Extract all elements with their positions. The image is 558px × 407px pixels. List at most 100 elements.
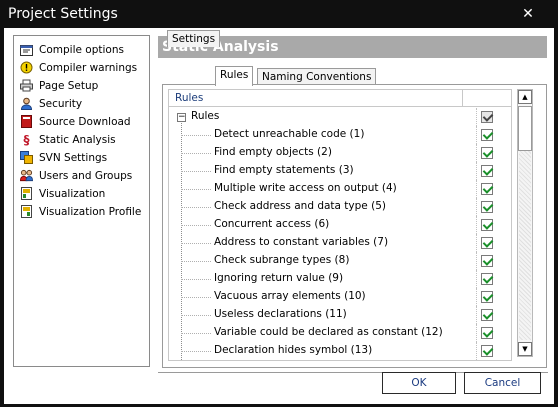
vertical-scrollbar[interactable]: ▲ ▼ bbox=[517, 89, 533, 357]
rule-checkbox[interactable] bbox=[481, 327, 493, 339]
tab-settings[interactable]: Settings bbox=[167, 30, 221, 47]
close-button[interactable]: ✕ bbox=[517, 4, 539, 24]
user-icon bbox=[20, 97, 33, 110]
row-divider bbox=[476, 216, 477, 234]
tree-connector bbox=[181, 189, 211, 190]
rules-tab-panel: Rules − Rules Detect unreachable code (1… bbox=[162, 84, 547, 368]
rule-row[interactable]: Vacuous array elements (10) bbox=[169, 288, 511, 306]
row-divider bbox=[476, 270, 477, 288]
rule-checkbox[interactable] bbox=[481, 147, 493, 159]
rule-checkbox[interactable] bbox=[481, 219, 493, 231]
sidebar-item-visualization-profile[interactable]: Visualization Profile bbox=[20, 203, 148, 220]
rule-label: Ignoring return value (9) bbox=[214, 272, 344, 284]
dialog-client-area: Compile options Compiler warnings Page S… bbox=[4, 28, 554, 404]
sidebar-item-label: SVN Settings bbox=[39, 151, 108, 164]
sidebar-item-compile-options[interactable]: Compile options bbox=[20, 41, 148, 58]
static-analysis-icon: § bbox=[23, 132, 30, 147]
sidebar-item-source-download[interactable]: Source Download bbox=[20, 113, 148, 130]
rule-row[interactable]: Address to constant variables (7) bbox=[169, 234, 511, 252]
grid-header: Rules bbox=[169, 90, 511, 107]
rule-checkbox[interactable] bbox=[481, 165, 493, 177]
tree-connector bbox=[181, 279, 211, 280]
rule-row[interactable]: Declaration hides symbol (13) bbox=[169, 342, 511, 360]
sidebar-item-label: Security bbox=[39, 97, 83, 110]
tab-rules[interactable]: Rules bbox=[215, 66, 254, 86]
scroll-down-icon[interactable]: ▼ bbox=[518, 342, 532, 356]
sidebar-item-static-analysis[interactable]: § Static Analysis bbox=[20, 131, 148, 148]
sidebar-item-label: Users and Groups bbox=[39, 169, 133, 182]
cancel-button[interactable]: Cancel bbox=[464, 372, 541, 394]
sidebar-item-svn-settings[interactable]: SVN Settings bbox=[20, 149, 148, 166]
rule-checkbox[interactable] bbox=[481, 309, 493, 321]
rule-checkbox[interactable] bbox=[481, 237, 493, 249]
tree-connector bbox=[181, 135, 211, 136]
warning-icon bbox=[20, 61, 33, 74]
tree-connector bbox=[181, 333, 211, 334]
source-download-icon bbox=[20, 115, 33, 128]
settings-category-list: Compile options Compiler warnings Page S… bbox=[13, 35, 150, 367]
rule-checkbox[interactable] bbox=[481, 201, 493, 213]
rule-row[interactable]: Variable could be declared as constant (… bbox=[169, 324, 511, 342]
rule-label: Detect unreachable code (1) bbox=[214, 128, 365, 140]
title-bar[interactable]: Project Settings ✕ bbox=[0, 0, 558, 28]
row-divider bbox=[476, 126, 477, 144]
sidebar-item-label: Compiler warnings bbox=[39, 61, 138, 74]
sidebar-item-compiler-warnings[interactable]: Compiler warnings bbox=[20, 59, 148, 76]
row-divider bbox=[476, 198, 477, 216]
tab-naming-conventions[interactable]: Naming Conventions bbox=[257, 68, 377, 85]
rule-label: Address to constant variables (7) bbox=[214, 236, 389, 248]
tree-connector bbox=[181, 207, 211, 208]
tree-root-label: Rules bbox=[191, 110, 220, 122]
rules-all-checkbox[interactable] bbox=[481, 111, 493, 123]
rule-checkbox[interactable] bbox=[481, 129, 493, 141]
rule-checkbox[interactable] bbox=[481, 273, 493, 285]
collapse-icon[interactable]: − bbox=[177, 113, 186, 122]
rule-label: Useless declarations (11) bbox=[214, 308, 347, 320]
row-divider bbox=[476, 306, 477, 324]
rule-label: Check address and data type (5) bbox=[214, 200, 386, 212]
sidebar-item-label: Static Analysis bbox=[39, 133, 116, 146]
rule-row[interactable]: Useless declarations (11) bbox=[169, 306, 511, 324]
row-divider bbox=[476, 324, 477, 342]
tree-connector bbox=[181, 351, 211, 352]
rule-checkbox[interactable] bbox=[481, 345, 493, 357]
tree-connector bbox=[181, 171, 211, 172]
rule-row[interactable]: Concurrent access (6) bbox=[169, 216, 511, 234]
rule-row[interactable]: Find empty statements (3) bbox=[169, 162, 511, 180]
tree-connector bbox=[181, 261, 211, 262]
rule-row[interactable]: Multiple write access on output (4) bbox=[169, 180, 511, 198]
sidebar-item-label: Compile options bbox=[39, 43, 124, 56]
compile-options-icon bbox=[20, 43, 33, 56]
users-groups-icon bbox=[20, 169, 33, 182]
rule-label: Find empty statements (3) bbox=[214, 164, 354, 176]
rule-checkbox[interactable] bbox=[481, 255, 493, 267]
tree-root-row[interactable]: − Rules bbox=[169, 108, 511, 126]
rule-checkbox[interactable] bbox=[481, 183, 493, 195]
close-icon: ✕ bbox=[522, 6, 534, 22]
rule-label: Vacuous array elements (10) bbox=[214, 290, 366, 302]
rule-label: Declaration hides symbol (13) bbox=[214, 344, 373, 356]
column-divider bbox=[462, 90, 463, 107]
tree-connector bbox=[181, 225, 211, 226]
scroll-up-icon[interactable]: ▲ bbox=[518, 90, 532, 104]
rule-row[interactable]: Find empty objects (2) bbox=[169, 144, 511, 162]
row-divider bbox=[476, 180, 477, 198]
sidebar-item-visualization[interactable]: Visualization bbox=[20, 185, 148, 202]
rule-row[interactable]: Check subrange types (8) bbox=[169, 252, 511, 270]
sidebar-item-page-setup[interactable]: Page Setup bbox=[20, 77, 148, 94]
column-header-rules: Rules bbox=[175, 92, 204, 104]
rule-row[interactable]: Detect unreachable code (1) bbox=[169, 126, 511, 144]
sidebar-item-label: Visualization bbox=[39, 187, 106, 200]
scroll-thumb[interactable] bbox=[518, 106, 532, 151]
row-divider bbox=[476, 288, 477, 306]
rule-row[interactable]: Check address and data type (5) bbox=[169, 198, 511, 216]
rule-checkbox[interactable] bbox=[481, 291, 493, 303]
rule-row[interactable]: Ignoring return value (9) bbox=[169, 270, 511, 288]
sidebar-item-users-and-groups[interactable]: Users and Groups bbox=[20, 167, 148, 184]
rule-label: Find empty objects (2) bbox=[214, 146, 332, 158]
sidebar-item-security[interactable]: Security bbox=[20, 95, 148, 112]
project-settings-window: Project Settings ✕ Compile options Compi… bbox=[0, 0, 558, 407]
ok-button[interactable]: OK bbox=[382, 372, 456, 394]
row-divider bbox=[476, 162, 477, 180]
tree-connector bbox=[181, 243, 211, 244]
